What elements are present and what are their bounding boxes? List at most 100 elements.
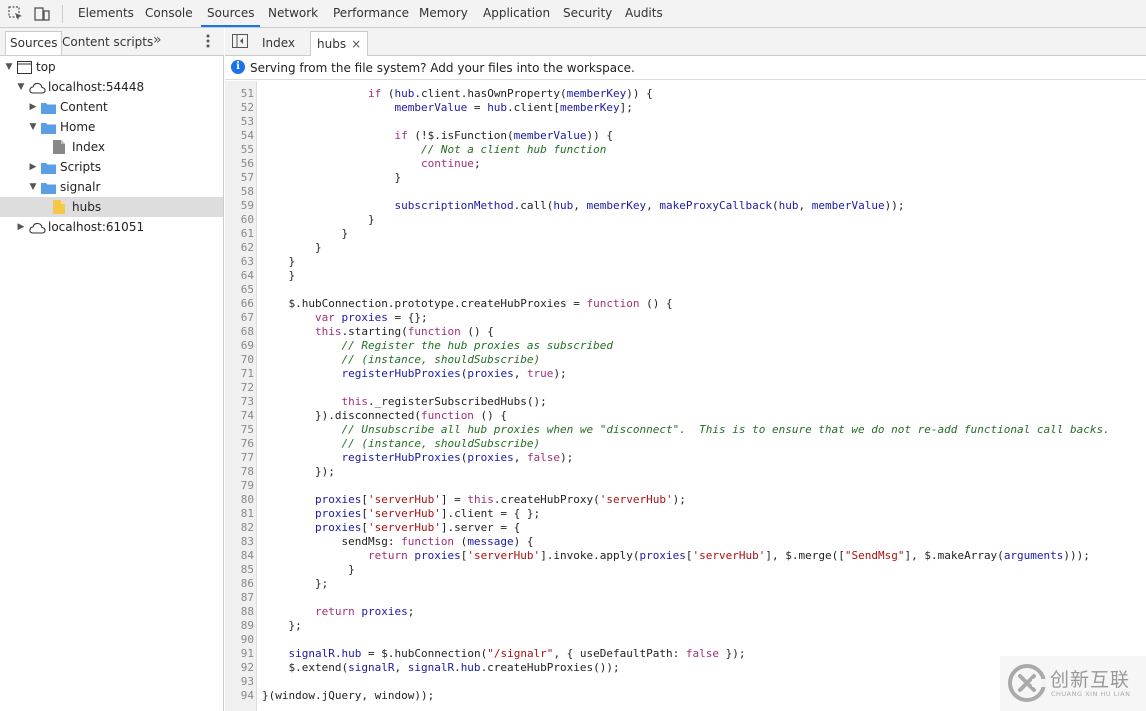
line-number[interactable]: 59 (225, 199, 254, 213)
code-line[interactable]: 79 (225, 479, 1146, 493)
tree-item-hubs[interactable]: hubs (0, 197, 223, 217)
expanded-arrow-icon[interactable]: ▼ (16, 77, 26, 97)
code-line[interactable]: 70 // (instance, shouldSubscribe) (225, 353, 1146, 367)
line-number[interactable]: 56 (225, 157, 254, 171)
line-number[interactable]: 86 (225, 577, 254, 591)
code-line[interactable]: 52 memberValue = hub.client[memberKey]; (225, 101, 1146, 115)
line-number[interactable]: 68 (225, 325, 254, 339)
code-line[interactable]: 67 var proxies = {}; (225, 311, 1146, 325)
code-line[interactable]: 81 proxies['serverHub'].client = { }; (225, 507, 1146, 521)
code-line[interactable]: 85 } (225, 563, 1146, 577)
tab-console[interactable]: Console (139, 0, 199, 27)
line-number[interactable]: 63 (225, 255, 254, 269)
tab-sources[interactable]: Sources (5, 31, 63, 55)
line-number[interactable]: 88 (225, 605, 254, 619)
line-number[interactable]: 84 (225, 549, 254, 563)
code-line[interactable]: 64 } (225, 269, 1146, 283)
code-line[interactable]: 60 } (225, 213, 1146, 227)
expanded-arrow-icon[interactable]: ▼ (4, 57, 14, 77)
expanded-arrow-icon[interactable]: ▼ (28, 117, 38, 137)
line-number[interactable]: 51 (225, 87, 254, 101)
collapsed-arrow-icon[interactable]: ▶ (16, 217, 26, 237)
code-line[interactable]: 83 sendMsg: function (message) { (225, 535, 1146, 549)
code-line[interactable]: 90 (225, 633, 1146, 647)
code-line[interactable]: 77 registerHubProxies(proxies, false); (225, 451, 1146, 465)
code-line[interactable]: 78 }); (225, 465, 1146, 479)
line-number[interactable]: 55 (225, 143, 254, 157)
element-picker-icon[interactable] (6, 4, 26, 24)
line-number[interactable]: 78 (225, 465, 254, 479)
line-number[interactable]: 80 (225, 493, 254, 507)
tree-item-home[interactable]: ▼ Home (0, 117, 223, 137)
line-number[interactable]: 71 (225, 367, 254, 381)
code-line[interactable]: 57 } (225, 171, 1146, 185)
code-line[interactable]: 84 return proxies['serverHub'].invoke.ap… (225, 549, 1146, 563)
code-line[interactable]: 72 (225, 381, 1146, 395)
code-line[interactable]: 56 continue; (225, 157, 1146, 171)
tab-performance[interactable]: Performance (327, 0, 415, 27)
code-line[interactable]: 76 // (instance, shouldSubscribe) (225, 437, 1146, 451)
line-number[interactable]: 69 (225, 339, 254, 353)
line-number[interactable]: 87 (225, 591, 254, 605)
line-number[interactable]: 90 (225, 633, 254, 647)
code-line[interactable]: 71 registerHubProxies(proxies, true); (225, 367, 1146, 381)
code-line[interactable]: 53 (225, 115, 1146, 129)
code-line[interactable]: 68 this.starting(function () { (225, 325, 1146, 339)
line-number[interactable]: 60 (225, 213, 254, 227)
code-line[interactable]: 87 (225, 591, 1146, 605)
code-line[interactable]: 54 if (!$.isFunction(memberValue)) { (225, 129, 1146, 143)
tab-sources[interactable]: Sources (201, 0, 261, 27)
code-editor[interactable]: 51 if (hub.client.hasOwnProperty(memberK… (225, 81, 1146, 711)
tab-elements[interactable]: Elements (72, 0, 140, 27)
expanded-arrow-icon[interactable]: ▼ (28, 177, 38, 197)
code-line[interactable]: 59 subscriptionMethod.call(hub, memberKe… (225, 199, 1146, 213)
code-line[interactable]: 55 // Not a client hub function (225, 143, 1146, 157)
code-line[interactable]: 66 $.hubConnection.prototype.createHubPr… (225, 297, 1146, 311)
editor-tab-index[interactable]: Index (256, 31, 301, 56)
line-number[interactable]: 79 (225, 479, 254, 493)
tab-security[interactable]: Security (557, 0, 618, 27)
line-number[interactable]: 76 (225, 437, 254, 451)
line-number[interactable]: 53 (225, 115, 254, 129)
more-tabs-icon[interactable]: » (153, 32, 162, 48)
code-line[interactable]: 74 }).disconnected(function () { (225, 409, 1146, 423)
tree-item-localhost-54448[interactable]: ▼ localhost:54448 (0, 77, 223, 97)
tree-item-top[interactable]: ▼ top (0, 57, 223, 77)
line-number[interactable]: 57 (225, 171, 254, 185)
tab-memory[interactable]: Memory (413, 0, 474, 27)
line-number[interactable]: 62 (225, 241, 254, 255)
line-number[interactable]: 81 (225, 507, 254, 521)
line-number[interactable]: 70 (225, 353, 254, 367)
kebab-menu-icon[interactable] (201, 31, 215, 51)
tree-item-signalr[interactable]: ▼ signalr (0, 177, 223, 197)
code-line[interactable]: 58 (225, 185, 1146, 199)
line-number[interactable]: 58 (225, 185, 254, 199)
tab-audits[interactable]: Audits (619, 0, 669, 27)
line-number[interactable]: 89 (225, 619, 254, 633)
tree-item-scripts[interactable]: ▶ Scripts (0, 157, 223, 177)
code-line[interactable]: 51 if (hub.client.hasOwnProperty(memberK… (225, 87, 1146, 101)
code-line[interactable]: 82 proxies['serverHub'].server = { (225, 521, 1146, 535)
code-line[interactable]: 86 }; (225, 577, 1146, 591)
line-number[interactable]: 94 (225, 689, 254, 703)
code-line[interactable]: 62 } (225, 241, 1146, 255)
line-number[interactable]: 75 (225, 423, 254, 437)
line-number[interactable]: 67 (225, 311, 254, 325)
code-line[interactable]: 63 } (225, 255, 1146, 269)
line-number[interactable]: 85 (225, 563, 254, 577)
collapsed-arrow-icon[interactable]: ▶ (28, 97, 38, 117)
device-toolbar-icon[interactable] (32, 4, 52, 24)
line-number[interactable]: 64 (225, 269, 254, 283)
collapsed-arrow-icon[interactable]: ▶ (28, 157, 38, 177)
line-number[interactable]: 83 (225, 535, 254, 549)
line-number[interactable]: 74 (225, 409, 254, 423)
line-number[interactable]: 73 (225, 395, 254, 409)
code-line[interactable]: 65 (225, 283, 1146, 297)
tab-network[interactable]: Network (262, 0, 324, 27)
tree-item-index[interactable]: Index (0, 137, 223, 157)
line-number[interactable]: 66 (225, 297, 254, 311)
line-number[interactable]: 52 (225, 101, 254, 115)
code-line[interactable]: 73 this._registerSubscribedHubs(); (225, 395, 1146, 409)
code-line[interactable]: 88 return proxies; (225, 605, 1146, 619)
code-line[interactable]: 80 proxies['serverHub'] = this.createHub… (225, 493, 1146, 507)
